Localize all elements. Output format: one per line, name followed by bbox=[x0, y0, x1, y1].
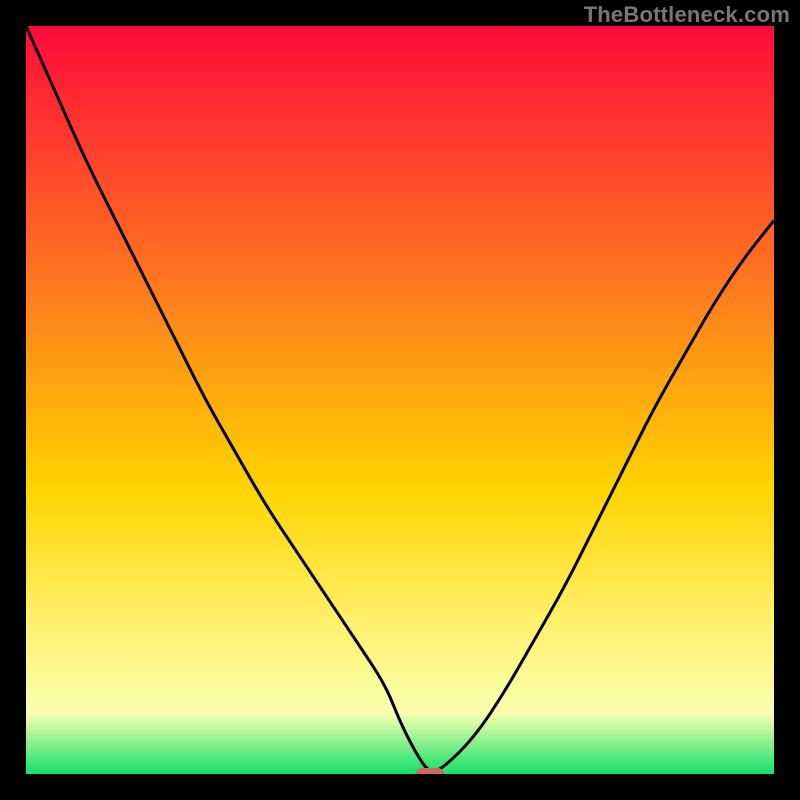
chart-frame: TheBottleneck.com bbox=[0, 0, 800, 800]
plot-area bbox=[26, 26, 774, 774]
bottleneck-curve bbox=[26, 26, 774, 774]
optimal-point-marker bbox=[416, 768, 444, 774]
attribution-label: TheBottleneck.com bbox=[584, 2, 790, 28]
